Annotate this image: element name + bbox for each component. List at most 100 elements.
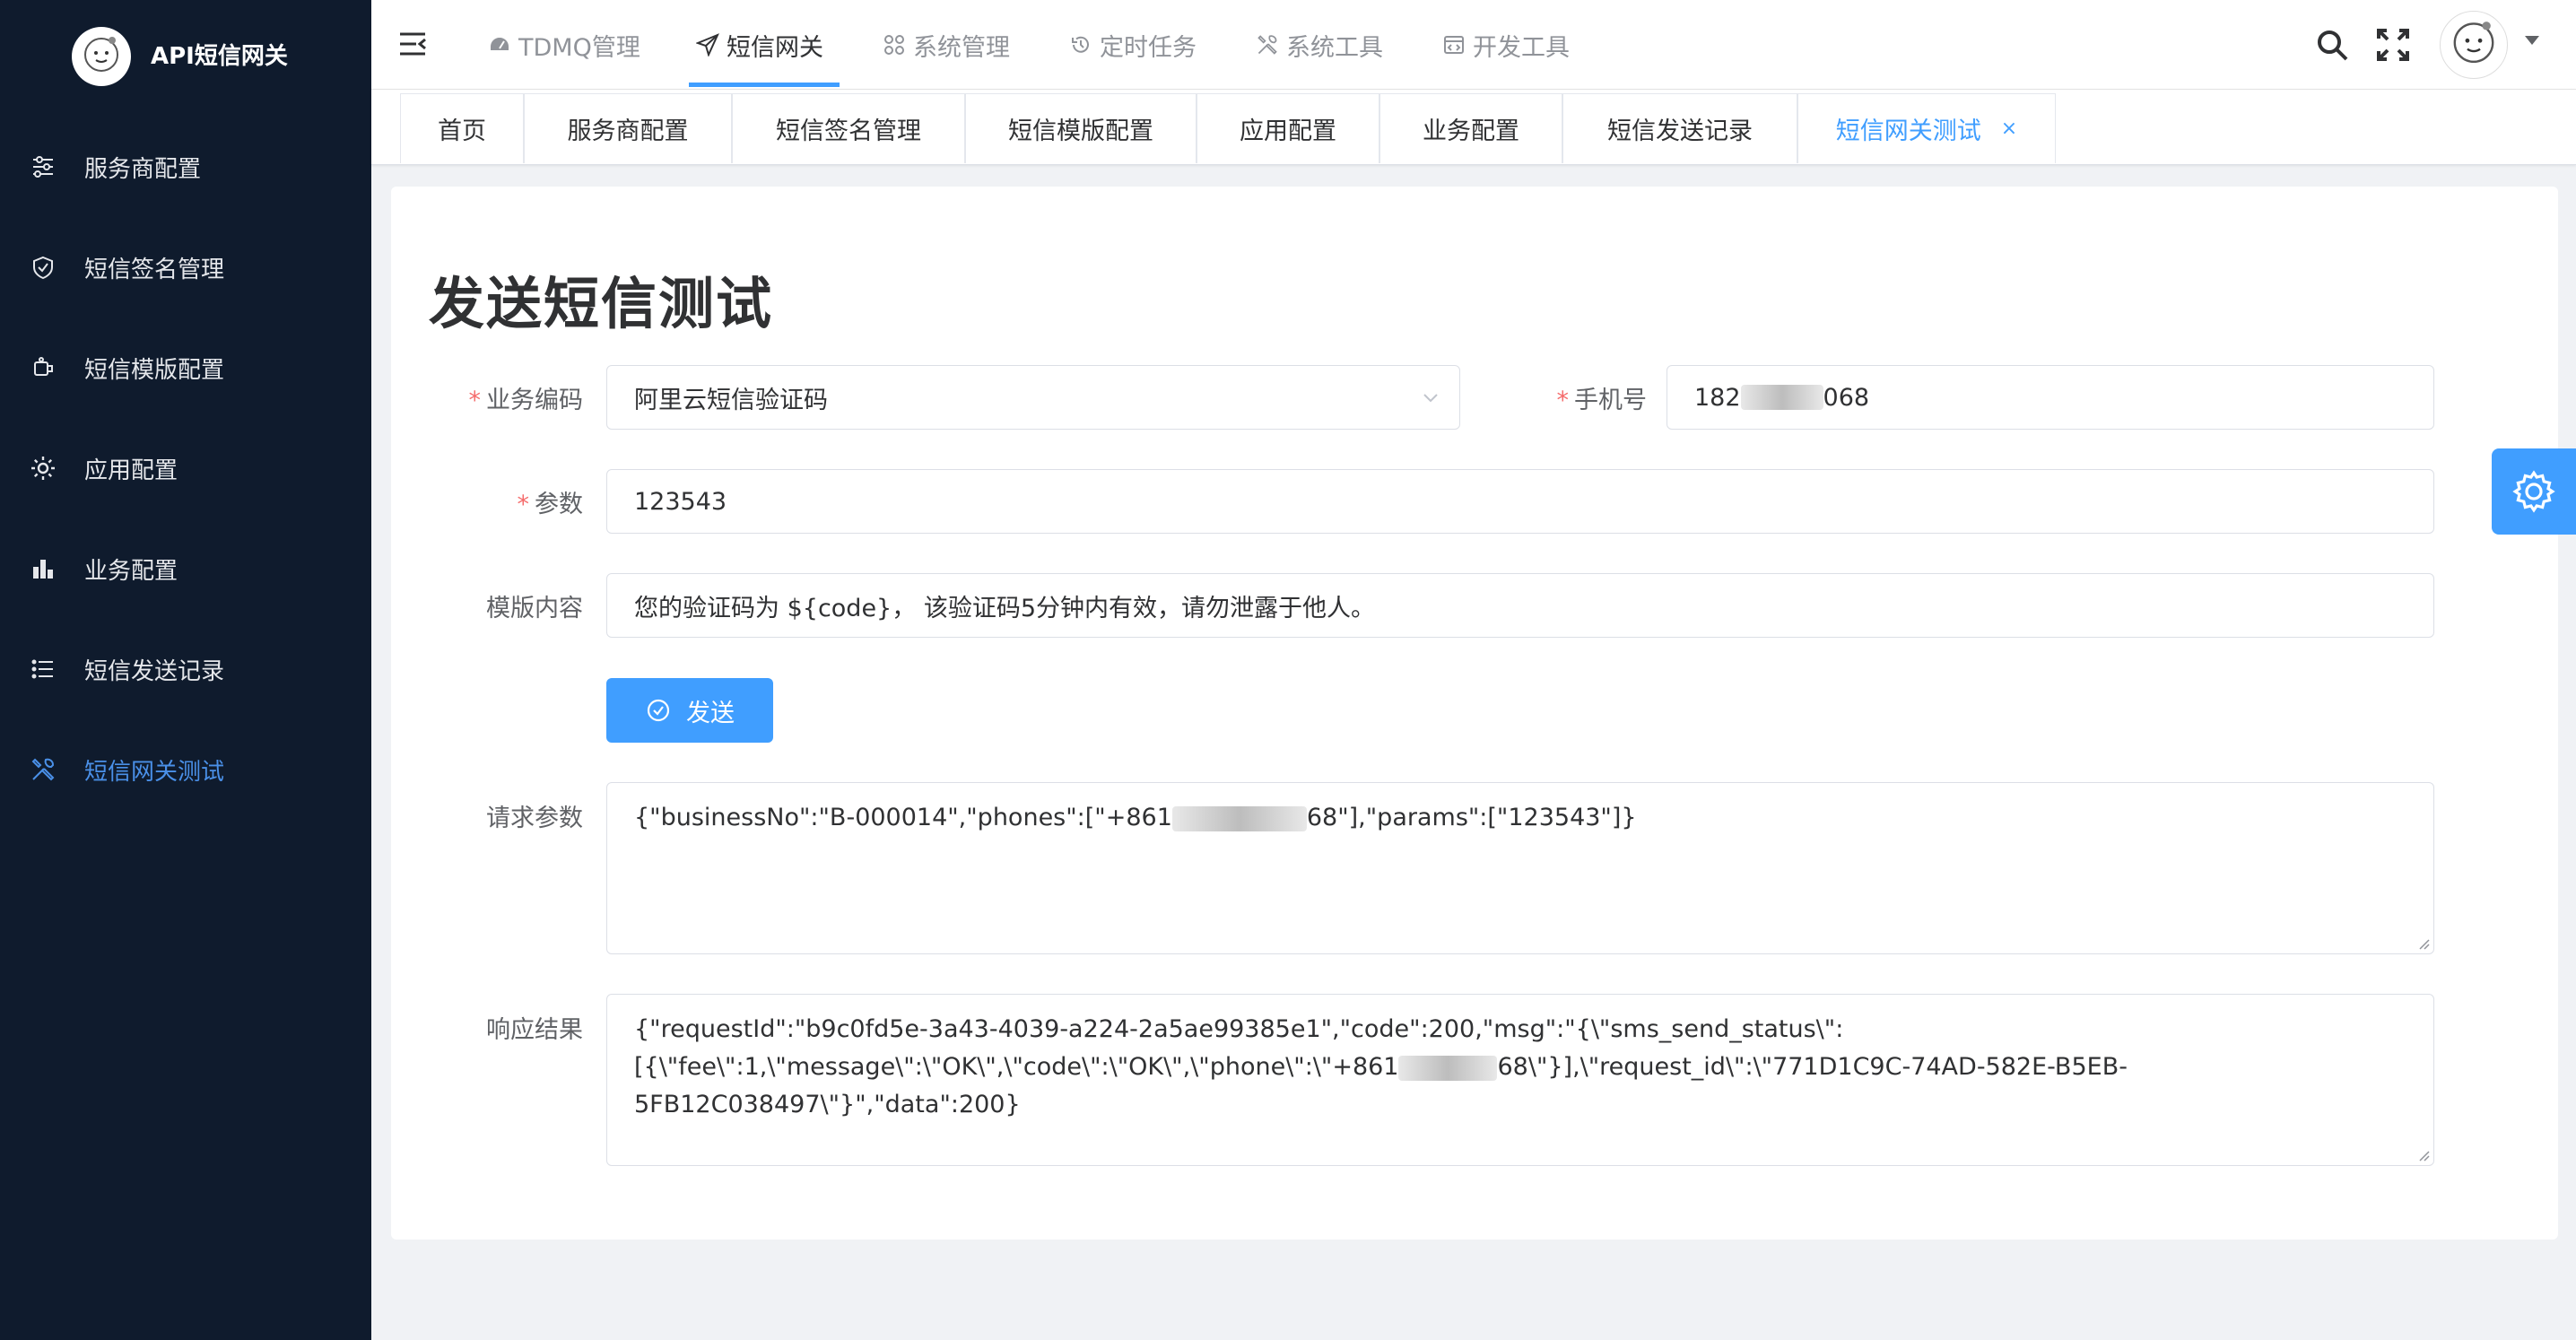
sidebar-item-template[interactable]: 短信模版配置 bbox=[0, 318, 371, 418]
tools-icon bbox=[29, 755, 57, 784]
business-code-select[interactable]: 阿里云短信验证码 bbox=[606, 365, 1460, 430]
tag-provider-config[interactable]: 服务商配置 bbox=[524, 93, 732, 163]
send-icon bbox=[696, 33, 719, 57]
request-params-textarea[interactable]: {"businessNo":"B-000014","phones":["+861… bbox=[606, 782, 2434, 954]
logo-image bbox=[72, 27, 131, 86]
label-text: 参数 bbox=[535, 491, 583, 518]
topnav-tdmq[interactable]: TDMQ管理 bbox=[488, 0, 640, 90]
phone-input[interactable]: 182 068 bbox=[1667, 365, 2434, 430]
send-button-label: 发送 bbox=[686, 699, 735, 727]
tag-label: 短信模版配置 bbox=[1008, 117, 1153, 145]
required-mark: * bbox=[517, 491, 530, 518]
redaction-blur bbox=[1171, 805, 1307, 831]
avatar[interactable] bbox=[2440, 11, 2508, 79]
page-title: 发送短信测试 bbox=[429, 271, 774, 336]
sidebar-item-provider-config[interactable]: 服务商配置 bbox=[0, 117, 371, 217]
send-button[interactable]: 发送 bbox=[606, 678, 773, 743]
tag-gateway-test[interactable]: 短信网关测试 × bbox=[1797, 93, 2056, 163]
chevron-down-icon[interactable] bbox=[2525, 36, 2539, 45]
topnav-label: 开发工具 bbox=[1473, 33, 1570, 62]
topnav-active-indicator bbox=[689, 83, 840, 87]
tag-business-config[interactable]: 业务配置 bbox=[1379, 93, 1562, 163]
business-code-value: 阿里云短信验证码 bbox=[634, 386, 828, 414]
sidebar-item-label: 短信签名管理 bbox=[84, 256, 225, 283]
tag-template[interactable]: 短信模版配置 bbox=[965, 93, 1197, 163]
tag-signature[interactable]: 短信签名管理 bbox=[732, 93, 965, 163]
phone-value-prefix: 182 bbox=[1694, 383, 1741, 412]
tools-icon bbox=[1256, 33, 1279, 57]
sidebar-item-label: 应用配置 bbox=[84, 457, 178, 484]
topnav-system-management[interactable]: 系统管理 bbox=[883, 0, 1010, 90]
bar-chart-icon bbox=[29, 554, 57, 583]
settings-drawer-button[interactable] bbox=[2492, 448, 2576, 535]
topnav-label: 系统工具 bbox=[1286, 33, 1383, 62]
fullscreen-icon[interactable] bbox=[2373, 25, 2413, 65]
sidebar-item-send-records[interactable]: 短信发送记录 bbox=[0, 619, 371, 719]
phone-value-suffix: 068 bbox=[1823, 383, 1870, 412]
tag-label: 应用配置 bbox=[1240, 117, 1336, 145]
close-icon[interactable]: × bbox=[2001, 117, 2017, 140]
search-icon[interactable] bbox=[2312, 25, 2352, 65]
template-content-input[interactable]: 您的验证码为 ${code}， 该验证码5分钟内有效，请勿泄露于他人。 bbox=[606, 573, 2434, 638]
topnav-label: 短信网关 bbox=[727, 33, 823, 62]
topnav-scheduled-tasks[interactable]: 定时任务 bbox=[1069, 0, 1197, 90]
code-window-icon bbox=[1442, 33, 1466, 57]
response-line-2-prefix: [{\"fee\":1,\"message\":\"OK\",\"code\":… bbox=[634, 1053, 1399, 1081]
topnav-label: TDMQ管理 bbox=[518, 33, 640, 62]
tag-label: 业务配置 bbox=[1423, 117, 1519, 145]
tag-label: 短信发送记录 bbox=[1607, 117, 1753, 145]
dashboard-icon bbox=[488, 33, 511, 57]
topnav-sms-gateway[interactable]: 短信网关 bbox=[696, 0, 823, 90]
sidebar-item-app-config[interactable]: 应用配置 bbox=[0, 418, 371, 518]
tag-label: 短信签名管理 bbox=[776, 117, 921, 145]
topnav-dev-tools[interactable]: 开发工具 bbox=[1442, 0, 1570, 90]
tag-label: 首页 bbox=[438, 117, 486, 145]
sidebar-item-signature[interactable]: 短信签名管理 bbox=[0, 217, 371, 318]
required-mark: * bbox=[468, 387, 482, 414]
template-icon bbox=[29, 353, 57, 382]
list-icon bbox=[29, 655, 57, 683]
tag-label: 服务商配置 bbox=[567, 117, 689, 145]
params-input[interactable]: 123543 bbox=[606, 469, 2434, 534]
phone-label: * 手机号 bbox=[1525, 380, 1648, 415]
response-line-2: [{\"fee\":1,\"message\":\"OK\",\"code\":… bbox=[634, 1049, 2406, 1086]
sidebar: API短信网关 服务商配置 短信签名管理 短信模版配置 应用配置 业务配置 短信… bbox=[0, 0, 371, 1340]
topnav-system-tools[interactable]: 系统工具 bbox=[1256, 0, 1383, 90]
tag-home[interactable]: 首页 bbox=[400, 93, 524, 163]
response-label: 响应结果 bbox=[486, 1016, 583, 1044]
response-textarea[interactable]: {"requestId":"b9c0fd5e-3a43-4039-a224-2a… bbox=[606, 994, 2434, 1166]
template-content-value: 您的验证码为 ${code}， 该验证码5分钟内有效，请勿泄露于他人。 bbox=[634, 594, 1375, 622]
history-icon bbox=[1069, 33, 1092, 57]
sidebar-item-label: 短信模版配置 bbox=[84, 356, 225, 384]
sidebar-logo-row[interactable]: API短信网关 bbox=[0, 0, 371, 112]
chevron-down-icon bbox=[1423, 394, 1438, 403]
template-content-label: 模版内容 bbox=[486, 595, 583, 622]
response-line-2-suffix: 68\"}],\"request_id\":\"771D1C9C-74AD-58… bbox=[1497, 1053, 2128, 1081]
circle-check-icon bbox=[645, 697, 672, 724]
tag-send-records[interactable]: 短信发送记录 bbox=[1562, 93, 1797, 163]
business-code-label: * 业务编码 bbox=[422, 380, 584, 415]
sidebar-item-gateway-test[interactable]: 短信网关测试 bbox=[0, 719, 371, 820]
tag-app-config[interactable]: 应用配置 bbox=[1197, 93, 1379, 163]
topnav-label: 定时任务 bbox=[1100, 33, 1197, 62]
gear-icon bbox=[29, 454, 57, 483]
response-line-3: 5FB12C038497\"}","data":200} bbox=[634, 1091, 1021, 1118]
params-label: * 参数 bbox=[422, 484, 584, 519]
menu-collapse-icon[interactable] bbox=[398, 29, 429, 59]
sidebar-item-label: 短信网关测试 bbox=[84, 758, 225, 786]
gear-icon bbox=[2512, 470, 2555, 513]
request-params-label: 请求参数 bbox=[486, 805, 583, 832]
sidebar-item-label: 服务商配置 bbox=[84, 155, 202, 183]
resize-handle-icon[interactable] bbox=[2417, 937, 2430, 950]
app-title: API短信网关 bbox=[151, 43, 288, 70]
response-line-1: {"requestId":"b9c0fd5e-3a43-4039-a224-2a… bbox=[634, 1015, 1844, 1043]
params-value: 123543 bbox=[634, 487, 727, 516]
label-text: 业务编码 bbox=[486, 387, 583, 414]
resize-handle-icon[interactable] bbox=[2417, 1149, 2430, 1162]
sidebar-item-business-config[interactable]: 业务配置 bbox=[0, 518, 371, 619]
redaction-blur bbox=[1740, 385, 1823, 410]
redaction-blur bbox=[1398, 1055, 1498, 1081]
tag-label: 短信网关测试 bbox=[1835, 117, 1981, 145]
topnav-label: 系统管理 bbox=[913, 33, 1010, 62]
grid-icon bbox=[883, 33, 906, 57]
